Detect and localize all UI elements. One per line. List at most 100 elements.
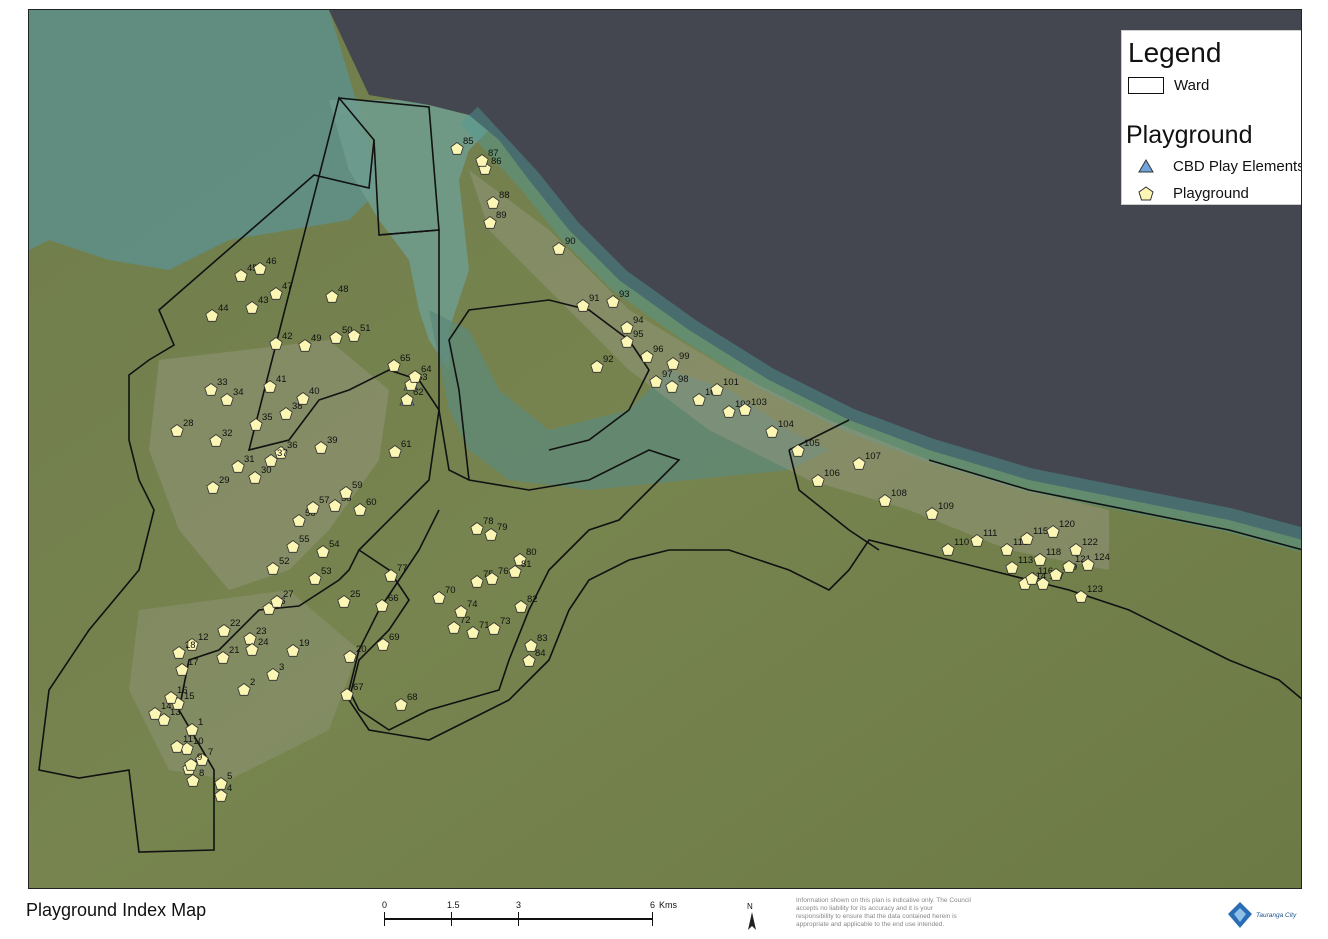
playground-label: 68 — [407, 692, 418, 703]
playground-label: 113 — [1018, 555, 1033, 566]
playground-label: 16 — [177, 685, 188, 696]
playground-label: 73 — [500, 616, 511, 627]
playground-label: 5 — [227, 771, 232, 782]
playground-label: 103 — [751, 397, 767, 408]
playground-label: 20 — [356, 644, 367, 655]
playground-label: 92 — [603, 354, 614, 365]
playground-label: 83 — [537, 633, 548, 644]
scale-tick — [451, 912, 452, 926]
playground-label: 118 — [1046, 547, 1061, 558]
playground-label: 48 — [338, 284, 349, 295]
playground-label: 64 — [421, 364, 432, 375]
playground-label: 76 — [498, 566, 509, 577]
playground-label: 80 — [526, 547, 537, 558]
playground-label: 4 — [227, 783, 232, 794]
scale-tick-label: 3 — [516, 900, 522, 910]
playground-label: 12 — [198, 632, 209, 643]
playground-label: 97 — [662, 369, 673, 380]
north-arrow-icon — [748, 912, 756, 930]
playground-label: 104 — [778, 419, 794, 430]
playground-label: 98 — [678, 374, 689, 385]
cbd-play-elements-label: CBD Play Elements — [1173, 158, 1302, 175]
playground-label: 29 — [219, 475, 230, 486]
logo-icon — [1228, 902, 1252, 928]
playground-label: 108 — [891, 488, 907, 499]
playground-label: 44 — [218, 303, 229, 314]
playground-label: 52 — [279, 556, 290, 567]
ward-label: Ward — [1174, 77, 1210, 94]
playground-label: 40 — [309, 386, 320, 397]
legend: Legend Ward Playground CBD Play Elements… — [1121, 30, 1302, 205]
playground-label: Playground — [1173, 185, 1249, 202]
playground-label: 57 — [319, 495, 330, 506]
playground-label: 124 — [1094, 552, 1110, 563]
scale-tick — [652, 912, 653, 926]
playground-label: 54 — [329, 539, 340, 550]
playground-label: 36 — [287, 440, 298, 451]
playground-label: 67 — [353, 682, 364, 693]
scale-tick-label: 6 — [650, 900, 656, 910]
playground-label: 94 — [633, 315, 644, 326]
playground-label: 51 — [360, 323, 371, 334]
playground-label: 111 — [983, 528, 997, 539]
playground-label: 96 — [653, 344, 664, 355]
playground-label: 88 — [499, 190, 510, 201]
playground-label: 99 — [679, 351, 690, 362]
scale-unit: Kms — [659, 900, 677, 910]
disclaimer-text: Information shown on this plan is indica… — [796, 897, 971, 928]
playground-label: 107 — [865, 451, 881, 462]
playground-label: 53 — [321, 566, 332, 577]
playground-label: 60 — [366, 497, 377, 508]
playground-label: 23 — [256, 626, 267, 637]
playground-label: 78 — [483, 516, 494, 527]
playground-label: 42 — [282, 331, 293, 342]
playground-label: 106 — [824, 468, 840, 479]
playground-label: 74 — [467, 599, 478, 610]
playground-label: 25 — [350, 589, 361, 600]
ward-swatch — [1128, 77, 1164, 94]
triangle-icon — [1138, 159, 1154, 173]
map-canvas[interactable]: 1234567891011121314151617181920212223242… — [29, 10, 1302, 889]
playground-label: 1 — [198, 717, 203, 728]
playground-label: 11 — [183, 734, 193, 745]
playground-label: 71 — [479, 620, 490, 631]
playground-label: 81 — [521, 559, 532, 570]
playground-label: 93 — [619, 289, 630, 300]
playground-label: 115 — [1033, 526, 1048, 537]
map-title: Playground Index Map — [26, 900, 207, 920]
playground-label: 7 — [208, 747, 213, 758]
playground-label: 37 — [277, 448, 288, 459]
playground-label: 59 — [352, 480, 363, 491]
playground-label: 31 — [244, 454, 255, 465]
council-logo: Tauranga City — [1222, 898, 1312, 932]
playground-label: 24 — [258, 637, 269, 648]
pentagon-icon — [1138, 186, 1154, 201]
map-frame: 1234567891011121314151617181920212223242… — [28, 9, 1302, 889]
playground-label: 41 — [276, 374, 287, 385]
playground-label: 3 — [279, 662, 284, 673]
playground-label: 79 — [497, 522, 508, 533]
scale-tick-label: 0 — [382, 900, 388, 910]
playground-label: 82 — [527, 594, 538, 605]
scale-tick — [384, 912, 385, 926]
playground-label: 89 — [496, 210, 507, 221]
playground-label: 70 — [445, 585, 456, 596]
playground-label: 17 — [188, 657, 199, 668]
playground-label: 109 — [938, 501, 954, 512]
playground-label: 66 — [388, 593, 399, 604]
playground-label: 95 — [633, 329, 644, 340]
playground-label: 123 — [1087, 584, 1103, 595]
north-arrow: N — [745, 902, 759, 932]
playground-label: 65 — [400, 353, 411, 364]
playground-label: 43 — [258, 295, 269, 306]
playground-label: 91 — [589, 293, 600, 304]
playground-label: 19 — [299, 638, 310, 649]
playground-label: 32 — [222, 428, 233, 439]
playground-label: 10 — [193, 736, 204, 747]
logo-text: Tauranga City — [1256, 912, 1297, 919]
playground-label: 105 — [804, 438, 820, 449]
playground-label: 34 — [233, 387, 244, 398]
playground-label: 28 — [183, 418, 194, 429]
playground-label: 120 — [1059, 519, 1075, 530]
playground-label: 21 — [229, 645, 240, 656]
